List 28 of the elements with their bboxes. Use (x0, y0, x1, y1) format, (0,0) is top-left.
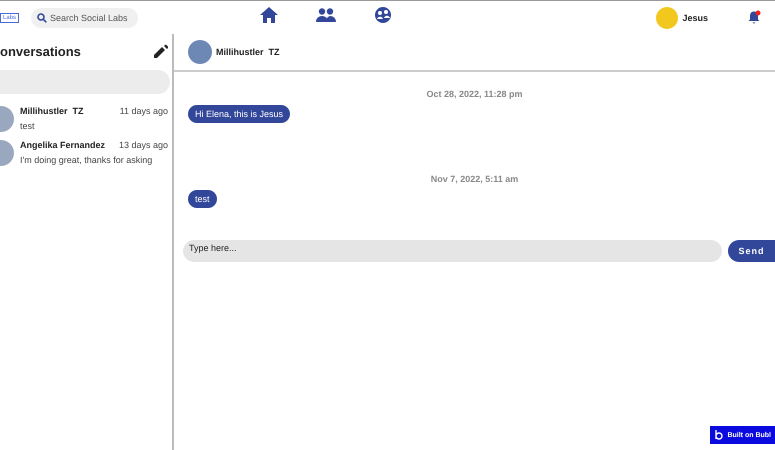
send-button[interactable]: Send (728, 240, 775, 262)
user-name[interactable]: Jesus (682, 12, 708, 22)
contact-name: Angelika Fernandez (20, 140, 106, 150)
message-preview: test (20, 121, 36, 131)
conversation-item[interactable]: Angelika Fernandez 13 days ago I'm doing great, thanks for asking (0, 136, 172, 170)
pencil-icon[interactable] (154, 44, 168, 58)
sidebar-title: onversations (0, 44, 81, 58)
message-bubble: test (188, 190, 217, 208)
search-field[interactable]: Search Social Labs (31, 8, 138, 28)
contact-name: Millihustler TZ (216, 47, 280, 57)
avatar (0, 140, 14, 166)
conversation-item[interactable]: Millihustler TZ 11 days ago test (0, 102, 172, 136)
avatar (0, 106, 14, 132)
contact-avatar (188, 40, 212, 64)
people-icon[interactable] (316, 8, 336, 22)
timestamp: 13 days ago (118, 140, 168, 150)
timestamp: 11 days ago (120, 106, 168, 116)
home-icon[interactable] (260, 7, 278, 23)
contact-name: Millihustler TZ (20, 106, 84, 116)
message-date: Oct 28, 2022, 11:28 pm (426, 89, 523, 99)
message-input[interactable]: Type here... (183, 240, 722, 262)
logo-icon (714, 430, 724, 440)
bell-icon[interactable] (748, 10, 761, 25)
search-icon (37, 12, 48, 22)
message-date: Nov 7, 2022, 5:11 am (430, 174, 518, 184)
message-bubble: Hi Elena, this is Jesus (188, 105, 290, 123)
message-preview: I'm doing great, thanks for asking (20, 155, 154, 165)
group-icon[interactable] (374, 6, 392, 24)
